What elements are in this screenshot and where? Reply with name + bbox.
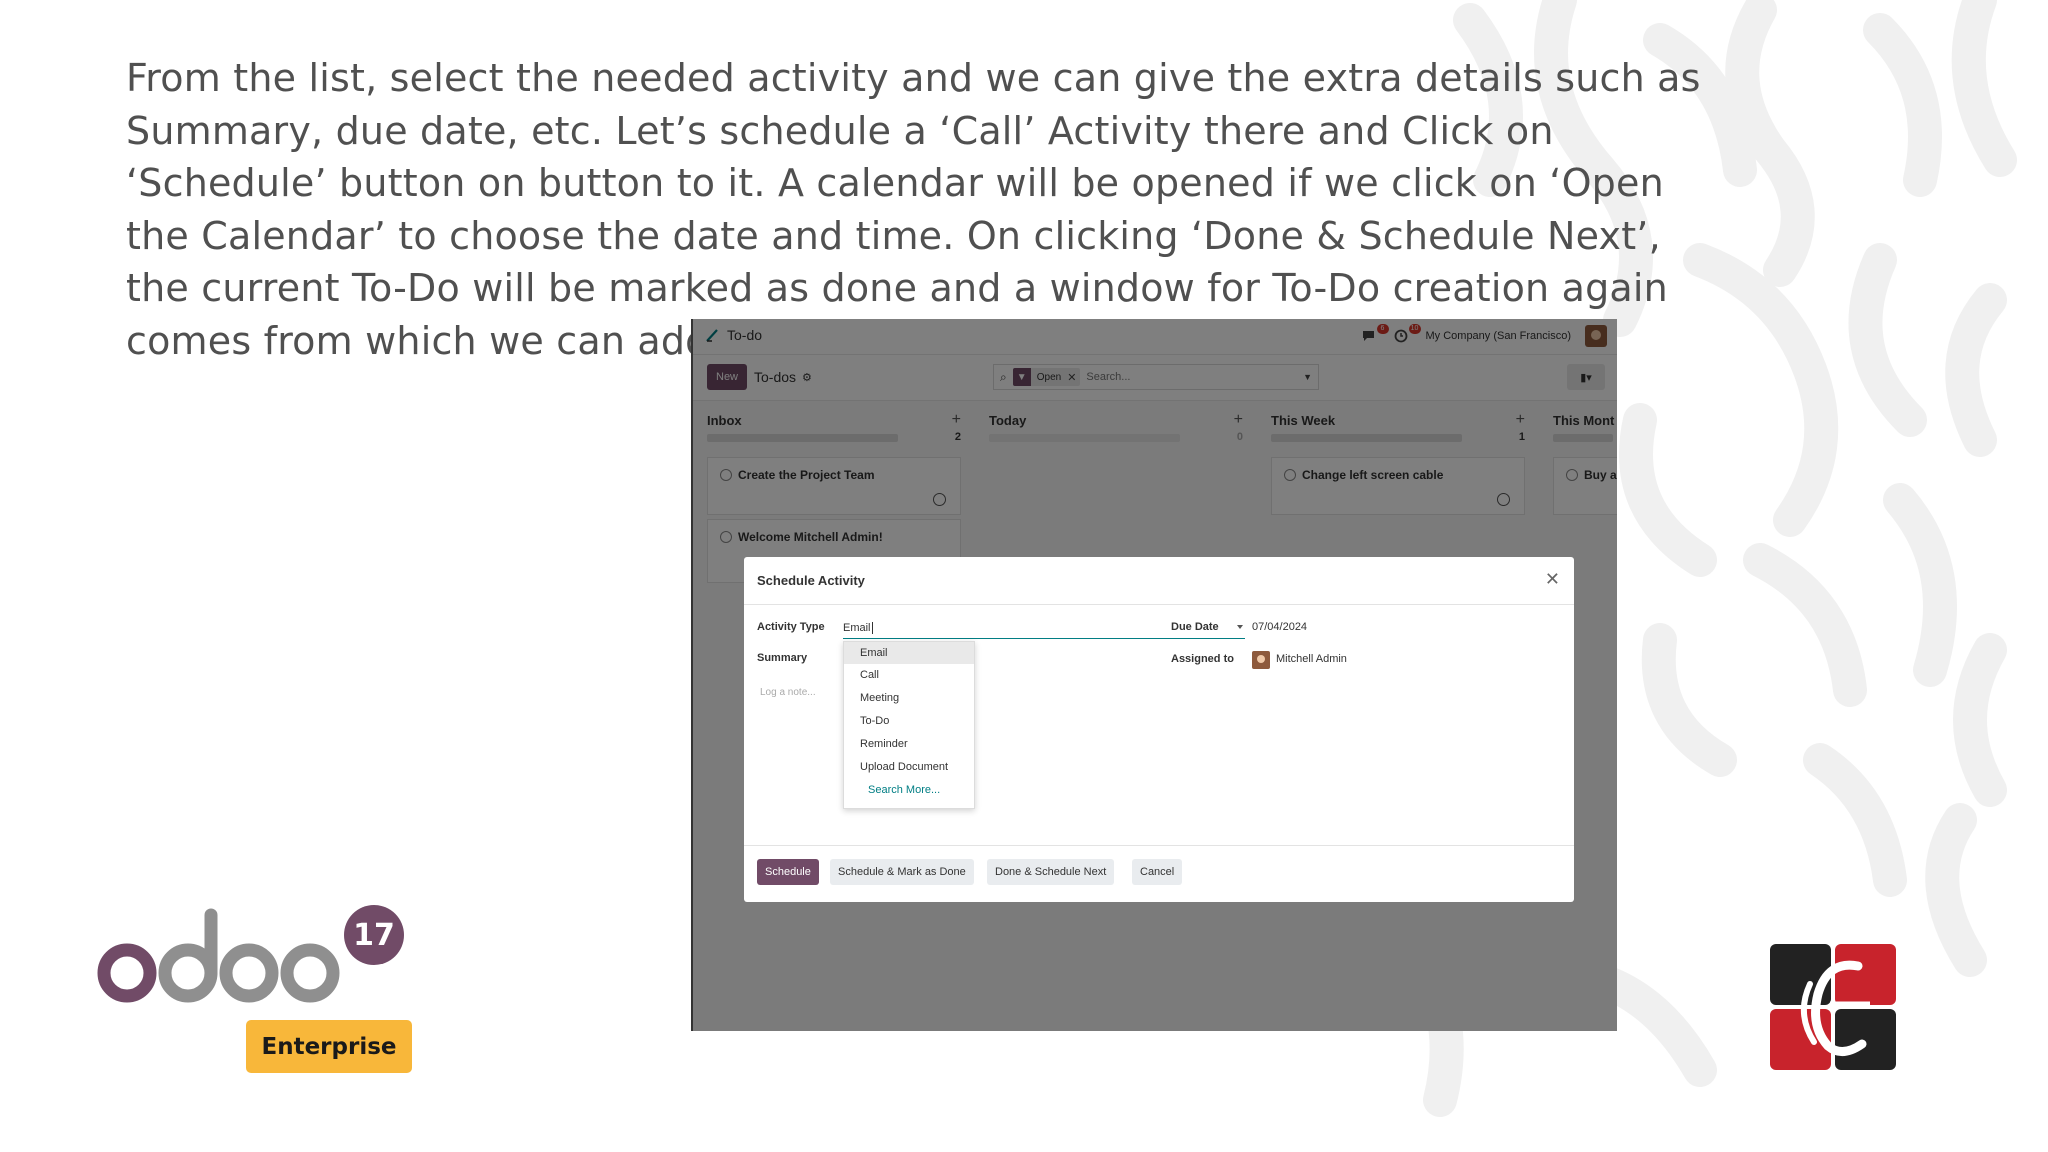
assignee-avatar (1252, 651, 1270, 669)
dropdown-option-upload-document[interactable]: Upload Document (844, 756, 974, 778)
assigned-to-field[interactable]: Mitchell Admin (1276, 653, 1347, 665)
dialog-header: Schedule Activity ✕ (744, 557, 1574, 605)
dropdown-option-meeting[interactable]: Meeting (844, 687, 974, 709)
dialog-title: Schedule Activity (757, 573, 865, 588)
screenshot-edge (691, 319, 693, 1031)
schedule-activity-dialog: Schedule Activity ✕ Activity Type Email … (744, 557, 1574, 902)
odoo-wordmark (97, 908, 340, 1003)
odoo-logo: 17 Enterprise (96, 905, 412, 1075)
enterprise-badge: Enterprise (246, 1020, 412, 1073)
activity-type-label: Activity Type (757, 621, 825, 633)
dialog-footer: Schedule Schedule & Mark as Done Done & … (744, 845, 1574, 902)
log-note-input[interactable]: Log a note... (760, 687, 816, 698)
dropdown-option-reminder[interactable]: Reminder (844, 733, 974, 755)
schedule-button[interactable]: Schedule (757, 859, 819, 885)
version-badge: 17 (344, 905, 404, 965)
due-date-field[interactable]: 07/04/2024 (1252, 621, 1307, 633)
company-logo (1770, 944, 1896, 1070)
summary-label: Summary (757, 652, 808, 664)
due-date-label: Due Date (1171, 621, 1219, 633)
activity-type-value: Email (843, 622, 871, 634)
dropdown-option-todo[interactable]: To-Do (844, 710, 974, 732)
dropdown-option-call[interactable]: Call (844, 664, 974, 686)
activity-type-dropdown: Email Call Meeting To-Do Reminder Upload… (843, 641, 975, 809)
dropdown-option-email[interactable]: Email (844, 642, 974, 664)
assigned-to-label: Assigned to (1171, 653, 1234, 665)
done-schedule-next-button[interactable]: Done & Schedule Next (987, 859, 1115, 885)
cancel-button[interactable]: Cancel (1132, 859, 1183, 885)
close-icon[interactable]: ✕ (1545, 569, 1560, 589)
search-more-link[interactable]: Search More... (844, 779, 974, 801)
schedule-mark-done-button[interactable]: Schedule & Mark as Done (830, 859, 974, 885)
app-screenshot: To-do 6 10 My Company (San Francisco) Ne… (691, 319, 1617, 1031)
caret-down-icon[interactable] (1237, 625, 1243, 629)
